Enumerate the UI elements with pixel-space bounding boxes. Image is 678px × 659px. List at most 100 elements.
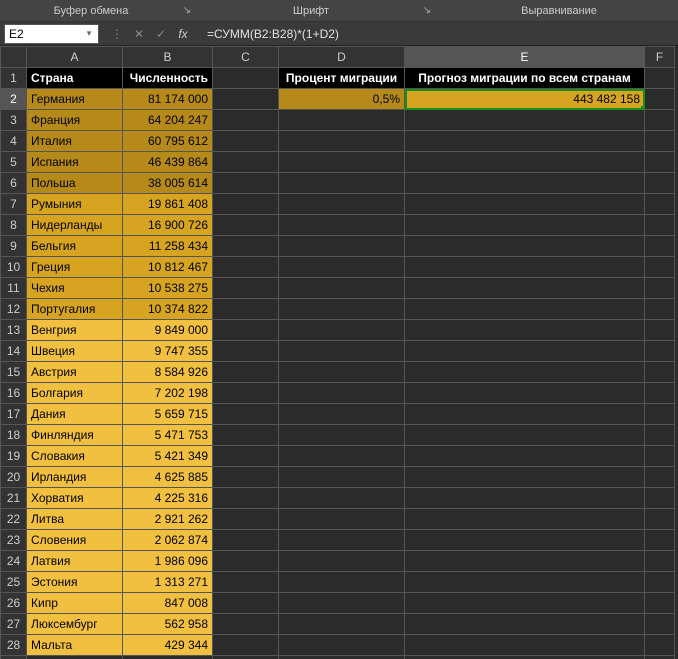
cell[interactable] [405, 551, 645, 572]
cell[interactable] [279, 173, 405, 194]
accept-icon[interactable]: ✓ [151, 24, 171, 44]
dialog-launcher-icon[interactable]: ↘ [180, 4, 194, 18]
cell[interactable] [645, 362, 675, 383]
cell[interactable] [645, 89, 675, 110]
cell[interactable] [645, 551, 675, 572]
population-cell[interactable]: 9 849 000 [123, 320, 213, 341]
cell[interactable] [405, 572, 645, 593]
cell[interactable] [405, 320, 645, 341]
row-header[interactable]: 7 [1, 194, 27, 215]
cell[interactable] [213, 194, 279, 215]
row-header[interactable]: 2 [1, 89, 27, 110]
country-cell[interactable]: Мальта [27, 635, 123, 656]
cell[interactable] [213, 110, 279, 131]
cell[interactable] [645, 425, 675, 446]
column-header-D[interactable]: D [279, 47, 405, 68]
row-header[interactable]: 16 [1, 383, 27, 404]
cell[interactable] [645, 509, 675, 530]
table-header-cell[interactable]: Прогноз миграции по всем странам [405, 68, 645, 89]
population-cell[interactable]: 38 005 614 [123, 173, 213, 194]
country-cell[interactable]: Эстония [27, 572, 123, 593]
row-header[interactable]: 21 [1, 488, 27, 509]
row-header[interactable]: 18 [1, 425, 27, 446]
cell[interactable] [405, 614, 645, 635]
population-cell[interactable]: 5 471 753 [123, 425, 213, 446]
cell[interactable] [645, 110, 675, 131]
cell[interactable] [645, 173, 675, 194]
row-header[interactable]: 24 [1, 551, 27, 572]
cell[interactable] [213, 341, 279, 362]
cell[interactable] [213, 383, 279, 404]
cell[interactable] [405, 236, 645, 257]
cell[interactable] [213, 404, 279, 425]
table-header-cell[interactable]: Процент миграции [279, 68, 405, 89]
row-header[interactable]: 25 [1, 572, 27, 593]
cell[interactable] [213, 635, 279, 656]
cell[interactable] [279, 278, 405, 299]
population-cell[interactable]: 429 344 [123, 635, 213, 656]
cell[interactable] [405, 467, 645, 488]
population-cell[interactable]: 11 258 434 [123, 236, 213, 257]
row-header[interactable]: 17 [1, 404, 27, 425]
population-cell[interactable]: 5 421 349 [123, 446, 213, 467]
cell[interactable] [279, 110, 405, 131]
cell[interactable] [405, 131, 645, 152]
cell[interactable] [213, 299, 279, 320]
fx-icon[interactable]: fx [173, 24, 193, 44]
cell[interactable] [213, 614, 279, 635]
cell[interactable] [213, 551, 279, 572]
cell[interactable] [279, 404, 405, 425]
row-header[interactable]: 1 [1, 68, 27, 89]
population-cell[interactable]: 847 008 [123, 593, 213, 614]
cell[interactable] [279, 656, 405, 659]
cell[interactable] [645, 656, 675, 659]
cell[interactable] [405, 509, 645, 530]
cell[interactable] [213, 215, 279, 236]
row-header[interactable]: 12 [1, 299, 27, 320]
population-cell[interactable]: 46 439 864 [123, 152, 213, 173]
forecast-cell[interactable]: 443 482 158 [405, 89, 645, 110]
cell[interactable] [213, 572, 279, 593]
row-header[interactable]: 4 [1, 131, 27, 152]
population-cell[interactable]: 81 174 000 [123, 89, 213, 110]
country-cell[interactable]: Нидерланды [27, 215, 123, 236]
cell[interactable] [645, 215, 675, 236]
cell[interactable] [213, 89, 279, 110]
row-header[interactable]: 6 [1, 173, 27, 194]
country-cell[interactable]: Австрия [27, 362, 123, 383]
population-cell[interactable]: 16 900 726 [123, 215, 213, 236]
population-cell[interactable]: 10 538 275 [123, 278, 213, 299]
cell[interactable] [405, 194, 645, 215]
migration-percent-cell[interactable]: 0,5% [279, 89, 405, 110]
cell[interactable] [279, 257, 405, 278]
column-header-C[interactable]: C [213, 47, 279, 68]
row-header[interactable]: 9 [1, 236, 27, 257]
cell[interactable] [405, 404, 645, 425]
population-cell[interactable]: 10 812 467 [123, 257, 213, 278]
row-header[interactable]: 26 [1, 593, 27, 614]
cell[interactable] [645, 299, 675, 320]
population-cell[interactable]: 8 584 926 [123, 362, 213, 383]
cell[interactable] [645, 257, 675, 278]
cell[interactable] [213, 593, 279, 614]
cell[interactable] [279, 383, 405, 404]
country-cell[interactable]: Португалия [27, 299, 123, 320]
row-header[interactable]: 29 [1, 656, 27, 659]
country-cell[interactable]: Ирландия [27, 467, 123, 488]
row-header[interactable]: 27 [1, 614, 27, 635]
cell[interactable] [213, 467, 279, 488]
cell[interactable] [213, 68, 279, 89]
cell[interactable] [213, 488, 279, 509]
population-cell[interactable]: 5 659 715 [123, 404, 213, 425]
column-header-E[interactable]: E [405, 47, 645, 68]
cell[interactable] [405, 488, 645, 509]
cell[interactable] [279, 509, 405, 530]
cell[interactable] [645, 593, 675, 614]
cell[interactable] [279, 572, 405, 593]
formula-input[interactable] [201, 24, 678, 44]
population-cell[interactable]: 1 986 096 [123, 551, 213, 572]
cell[interactable] [645, 467, 675, 488]
cell[interactable] [405, 593, 645, 614]
country-cell[interactable]: Болгария [27, 383, 123, 404]
dialog-launcher-icon[interactable]: ↘ [420, 4, 434, 18]
